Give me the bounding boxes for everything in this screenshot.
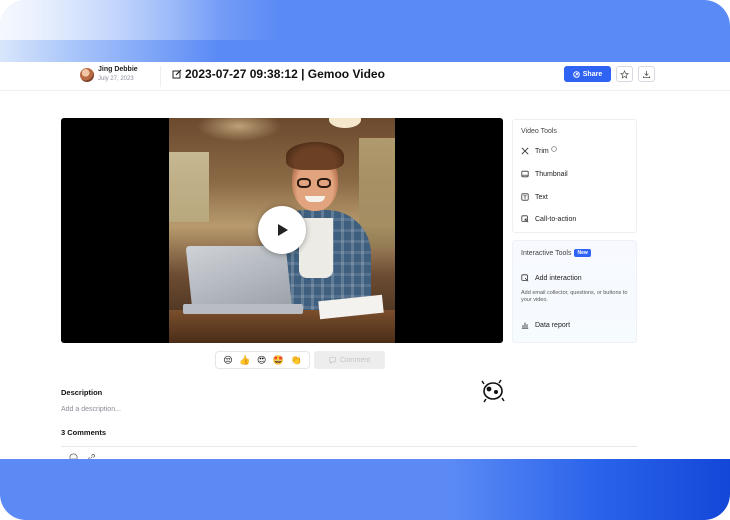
data-report[interactable]: Data report (521, 321, 570, 329)
frame-top-band (0, 0, 730, 62)
bg-lamp (329, 118, 361, 128)
add-interaction-icon (521, 274, 529, 282)
tool-text[interactable]: Text (521, 193, 548, 201)
interactive-tools-panel: Interactive Tools New Add interaction Add… (512, 240, 637, 343)
reaction-star-struck[interactable]: 🤩 (273, 355, 284, 366)
play-icon (278, 224, 288, 236)
star-icon (620, 69, 629, 79)
info-icon (551, 145, 557, 152)
tool-call-to-action[interactable]: Call-to-action (521, 215, 576, 223)
header-divider (160, 66, 161, 87)
video-tools-title: Video Tools (521, 128, 557, 135)
tool-text-label: Text (535, 193, 548, 201)
interactive-tools-title: Interactive Tools New (521, 249, 591, 257)
data-report-label: Data report (535, 321, 571, 329)
tool-trim[interactable]: Trim (521, 145, 557, 155)
edit-icon[interactable] (172, 69, 182, 79)
comment-button[interactable]: Comment (314, 351, 385, 369)
comment-icon (329, 356, 336, 364)
tool-trim-label: Trim (535, 147, 549, 155)
glasses-right (317, 178, 331, 188)
frame-highlight (0, 0, 280, 40)
reaction-unamused[interactable]: 😒 (223, 355, 232, 366)
reaction-clap[interactable]: 👏 (290, 355, 301, 366)
tool-thumbnail[interactable]: Thumbnail (521, 170, 568, 178)
page-header: Jing Debbie July 27, 2023 2023-07-27 09:… (0, 62, 730, 91)
upload-date: July 27, 2023 (98, 76, 134, 82)
tool-thumbnail-label: Thumbnail (535, 170, 568, 178)
reaction-thumbs-up[interactable]: 👍 (239, 355, 250, 366)
download-icon (642, 70, 651, 78)
reaction-heart-eyes[interactable]: 😍 (257, 355, 266, 366)
image-icon (521, 170, 529, 178)
download-button[interactable] (638, 66, 655, 82)
scissors-icon (521, 147, 529, 155)
person-smile (305, 196, 325, 202)
laptop (185, 246, 293, 310)
avatar[interactable] (80, 68, 94, 82)
cursor-mascot-icon (481, 379, 505, 403)
video-tools-panel: Video Tools Trim Thumbnail Text Call-to-… (512, 119, 637, 233)
tool-cta-label: Call-to-action (535, 215, 577, 223)
description-title: Description (61, 388, 103, 397)
cta-icon (521, 215, 529, 223)
frame-bottom-band (0, 459, 730, 520)
reaction-bar: 😒 👍 😍 🤩 👏 (215, 351, 310, 369)
laptop-base (183, 304, 303, 314)
share-label: Share (582, 70, 603, 78)
share-button[interactable]: Share (564, 66, 611, 82)
new-badge: New (574, 249, 591, 257)
video-title[interactable]: 2023-07-27 09:38:12 | Gemoo Video (185, 67, 385, 81)
add-interaction[interactable]: Add interaction (521, 274, 582, 282)
video-page: Jing Debbie July 27, 2023 2023-07-27 09:… (0, 62, 730, 459)
interactive-tools-label: Interactive Tools (521, 250, 572, 257)
person-hair (286, 142, 344, 170)
glasses-left (297, 178, 311, 188)
play-button[interactable] (258, 206, 306, 254)
user-name: Jing Debbie (98, 66, 138, 73)
bar-chart-icon (521, 322, 529, 329)
add-interaction-label: Add interaction (535, 274, 582, 282)
text-icon (521, 193, 529, 201)
video-player[interactable] (61, 118, 503, 343)
share-icon (572, 70, 580, 78)
comments-title: 3 Comments (61, 428, 107, 437)
comment-composer[interactable] (61, 446, 637, 459)
add-interaction-description: Add email collector, questions, or butto… (521, 290, 628, 303)
description-input[interactable]: Add a description... (61, 406, 121, 413)
favorite-button[interactable] (616, 66, 633, 82)
comment-button-label: Comment (339, 356, 371, 364)
bg-window-left (169, 152, 209, 222)
